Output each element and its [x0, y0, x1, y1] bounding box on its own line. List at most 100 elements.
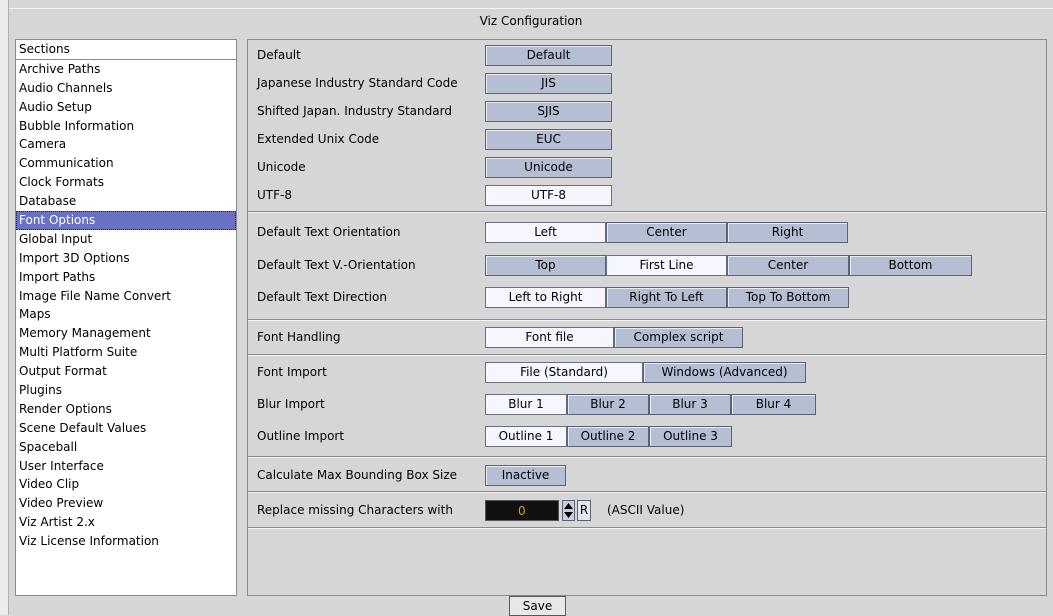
sidebar-item-audio-setup[interactable]: Audio Setup — [16, 98, 236, 117]
sidebar-item-communication[interactable]: Communication — [16, 154, 236, 173]
sidebar-item-spaceball[interactable]: Spaceball — [16, 438, 236, 457]
sidebar-item-video-clip[interactable]: Video Clip — [16, 475, 236, 494]
sidebar-item-maps[interactable]: Maps — [16, 305, 236, 324]
sidebar-item-database[interactable]: Database — [16, 192, 236, 211]
font-options-panel: Default Default Japanese Industry Standa… — [247, 39, 1047, 596]
sidebar-item-import-3d-options[interactable]: Import 3D Options — [16, 249, 236, 268]
encoding-sjis-row: Shifted Japan. Industry Standard SJIS — [248, 98, 1046, 125]
outline-1-button[interactable]: Outline 1 — [485, 426, 567, 447]
font-import-file-standard-button[interactable]: File (Standard) — [485, 362, 643, 383]
encoding-sjis-button[interactable]: SJIS — [485, 101, 612, 122]
blur-4-button[interactable]: Blur 4 — [731, 394, 816, 415]
sidebar-item-viz-artist-2x[interactable]: Viz Artist 2.x — [16, 513, 236, 532]
encoding-utf8-button[interactable]: UTF-8 — [485, 185, 612, 206]
complex-script-button[interactable]: Complex script — [614, 327, 743, 348]
bounding-box-label: Calculate Max Bounding Box Size — [257, 468, 458, 482]
encoding-default-button[interactable]: Default — [485, 45, 612, 66]
sidebar-item-user-interface[interactable]: User Interface — [16, 457, 236, 476]
text-orientation-row: Default Text Orientation Left Center Rig… — [248, 219, 1046, 246]
outline-import-label: Outline Import — [257, 429, 345, 443]
sidebar-item-archive-paths[interactable]: Archive Paths — [16, 60, 236, 79]
encoding-jis-button[interactable]: JIS — [485, 73, 612, 94]
footer-bar: Save — [247, 596, 1047, 616]
encoding-euc-label: Extended Unix Code — [257, 132, 380, 146]
sections-list[interactable]: Sections Archive Paths Audio Channels Au… — [15, 39, 237, 596]
encoding-sjis-label: Shifted Japan. Industry Standard — [257, 104, 452, 118]
orientation-center-button[interactable]: Center — [606, 222, 727, 243]
encoding-euc-row: Extended Unix Code EUC — [248, 126, 1046, 153]
font-file-button[interactable]: Font file — [485, 327, 614, 348]
window-title: Viz Configuration — [479, 14, 583, 28]
separator — [248, 211, 1046, 213]
encoding-unicode-button[interactable]: Unicode — [485, 157, 612, 178]
v-orientation-first-line-button[interactable]: First Line — [606, 255, 727, 276]
sections-header: Sections — [16, 40, 236, 60]
direction-right-to-left-button[interactable]: Right To Left — [606, 287, 727, 308]
sidebar-item-font-options[interactable]: Font Options — [16, 211, 236, 230]
sidebar-item-memory-management[interactable]: Memory Management — [16, 324, 236, 343]
outline-import-row: Outline Import Outline 1 Outline 2 Outli… — [248, 423, 1046, 450]
font-handling-row: Font Handling Font file Complex script — [248, 324, 1046, 351]
sidebar-item-video-preview[interactable]: Video Preview — [16, 494, 236, 513]
bounding-box-row: Calculate Max Bounding Box Size Inactive — [248, 462, 1046, 489]
sidebar-item-bubble-information[interactable]: Bubble Information — [16, 117, 236, 136]
orientation-left-button[interactable]: Left — [485, 222, 606, 243]
font-handling-label: Font Handling — [257, 330, 341, 344]
ascii-value-spinner[interactable] — [562, 500, 575, 521]
sidebar-item-multi-platform-suite[interactable]: Multi Platform Suite — [16, 343, 236, 362]
sidebar-item-global-input[interactable]: Global Input — [16, 230, 236, 249]
blur-3-button[interactable]: Blur 3 — [649, 394, 731, 415]
direction-top-to-bottom-button[interactable]: Top To Bottom — [727, 287, 849, 308]
separator — [248, 319, 1046, 321]
sidebar-item-output-format[interactable]: Output Format — [16, 362, 236, 381]
replace-missing-row: Replace missing Characters with 0 R (ASC… — [248, 497, 1046, 524]
sidebar-item-render-options[interactable]: Render Options — [16, 400, 236, 419]
font-import-row: Font Import File (Standard) Windows (Adv… — [248, 359, 1046, 386]
spinner-arrows-icon — [564, 503, 573, 518]
reset-button[interactable]: R — [577, 500, 591, 521]
encoding-jis-row: Japanese Industry Standard Code JIS — [248, 70, 1046, 97]
direction-left-to-right-button[interactable]: Left to Right — [485, 287, 606, 308]
outline-3-button[interactable]: Outline 3 — [649, 426, 732, 447]
sidebar-item-image-file-name-convert[interactable]: Image File Name Convert — [16, 287, 236, 306]
separator — [248, 527, 1046, 529]
encoding-jis-label: Japanese Industry Standard Code — [257, 76, 458, 90]
blur-1-button[interactable]: Blur 1 — [485, 394, 567, 415]
outline-2-button[interactable]: Outline 2 — [567, 426, 649, 447]
blur-import-row: Blur Import Blur 1 Blur 2 Blur 3 Blur 4 — [248, 391, 1046, 418]
encoding-unicode-label: Unicode — [257, 160, 306, 174]
encoding-euc-button[interactable]: EUC — [485, 129, 612, 150]
v-orientation-bottom-button[interactable]: Bottom — [849, 255, 972, 276]
sidebar-item-audio-channels[interactable]: Audio Channels — [16, 79, 236, 98]
encoding-unicode-row: Unicode Unicode — [248, 154, 1046, 181]
ascii-value-input[interactable]: 0 — [485, 500, 559, 521]
encoding-default-row: Default Default — [248, 42, 1046, 69]
text-direction-row: Default Text Direction Left to Right Rig… — [248, 284, 1046, 311]
blur-import-label: Blur Import — [257, 397, 325, 411]
sidebar-item-viz-license-information[interactable]: Viz License Information — [16, 532, 236, 551]
bounding-box-inactive-button[interactable]: Inactive — [485, 465, 566, 486]
encoding-default-label: Default — [257, 48, 301, 62]
sidebar-item-camera[interactable]: Camera — [16, 135, 236, 154]
save-button[interactable]: Save — [509, 596, 566, 616]
sidebar-item-clock-formats[interactable]: Clock Formats — [16, 173, 236, 192]
v-orientation-top-button[interactable]: Top — [485, 255, 606, 276]
text-v-orientation-label: Default Text V.-Orientation — [257, 258, 416, 272]
separator — [248, 491, 1046, 493]
encoding-utf8-label: UTF-8 — [257, 188, 292, 202]
sidebar-item-plugins[interactable]: Plugins — [16, 381, 236, 400]
separator — [248, 354, 1046, 356]
blur-2-button[interactable]: Blur 2 — [567, 394, 649, 415]
orientation-right-button[interactable]: Right — [727, 222, 848, 243]
ascii-unit-label: (ASCII Value) — [607, 503, 685, 517]
v-orientation-center-button[interactable]: Center — [727, 255, 849, 276]
encoding-utf8-row: UTF-8 UTF-8 — [248, 182, 1046, 209]
font-import-windows-advanced-button[interactable]: Windows (Advanced) — [643, 362, 806, 383]
text-orientation-label: Default Text Orientation — [257, 225, 401, 239]
window-left-edge — [0, 0, 9, 615]
sidebar-item-import-paths[interactable]: Import Paths — [16, 268, 236, 287]
text-direction-label: Default Text Direction — [257, 290, 387, 304]
sidebar-item-scene-default-values[interactable]: Scene Default Values — [16, 419, 236, 438]
replace-missing-label: Replace missing Characters with — [257, 503, 453, 517]
text-v-orientation-row: Default Text V.-Orientation Top First Li… — [248, 252, 1046, 279]
